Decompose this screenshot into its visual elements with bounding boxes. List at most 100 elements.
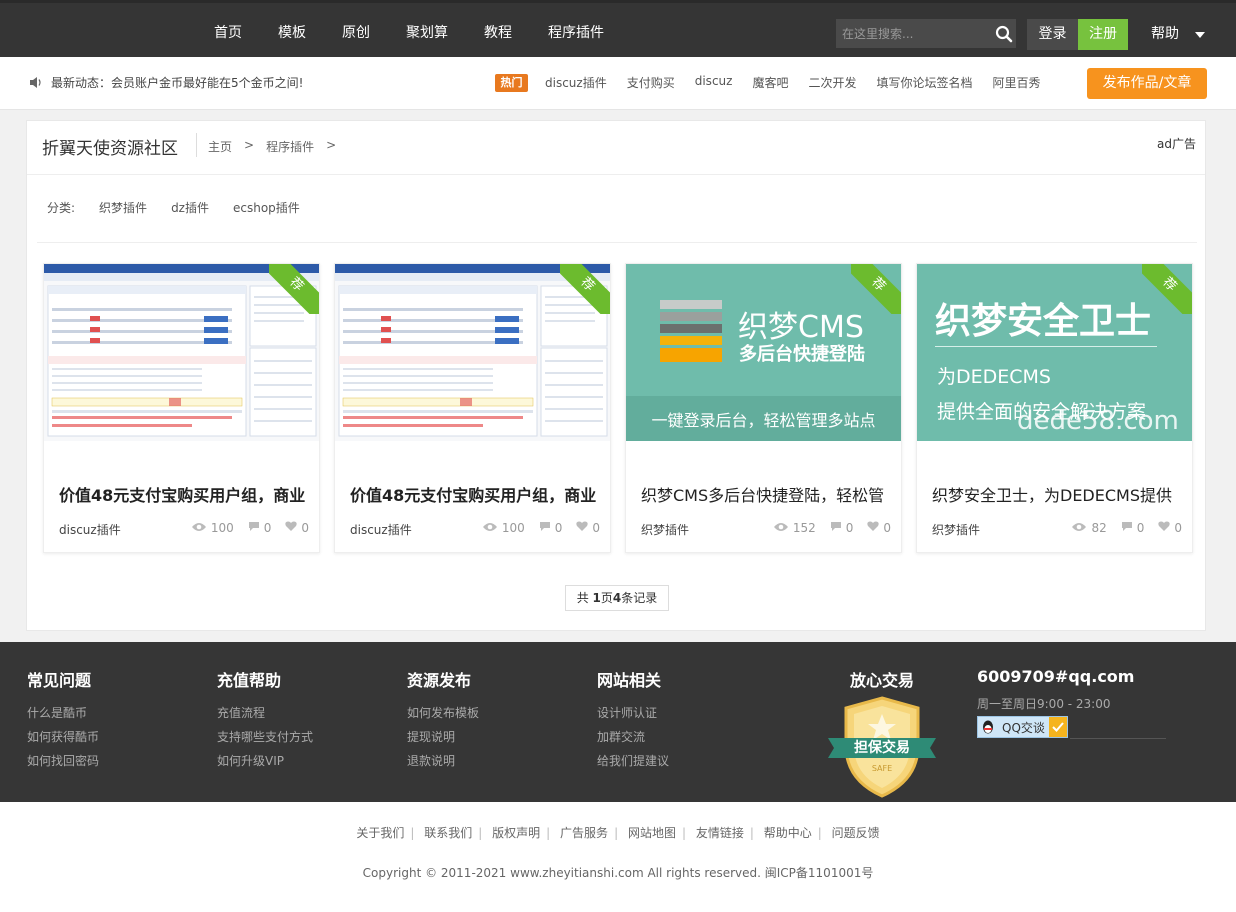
hot-link[interactable]: 二次开发 <box>808 74 856 91</box>
card-stats: 152 0 0 <box>773 521 891 535</box>
card-title[interactable]: 价值48元支付宝购买用户组，商业 <box>350 482 600 506</box>
copyright: Copyright © 2011-2021 www.zheyitianshi.c… <box>362 866 874 880</box>
footer-link[interactable]: 加群交流 <box>597 725 669 749</box>
thumb-caption: 一键登录后台，轻松管理多站点 <box>651 411 876 430</box>
resource-card[interactable]: 织梦安全卫士 为DEDECMS 提供全面的安全解决方案 dede58.com 荐… <box>916 263 1193 553</box>
nav-item-plugins[interactable]: 程序插件 <box>530 3 622 60</box>
bottom-link[interactable]: 联系我们 <box>424 826 472 840</box>
footer-link[interactable]: 支持哪些支付方式 <box>217 725 313 749</box>
card-category[interactable]: 织梦插件 <box>641 523 689 537</box>
footer-col-title: 资源发布 <box>407 671 472 690</box>
bottom-link[interactable]: 关于我们 <box>356 826 404 840</box>
category-label: 分类: <box>47 201 76 215</box>
card-title[interactable]: 价值48元支付宝购买用户组，商业 <box>59 482 309 506</box>
card-title[interactable]: 织梦CMS多后台快捷登陆，轻松管 <box>641 482 891 506</box>
heart-icon <box>285 521 298 535</box>
bottom-link[interactable]: 问题反馈 <box>832 826 880 840</box>
bottom-link[interactable]: 版权声明 <box>492 826 540 840</box>
card-meta: 织梦插件 82 0 0 <box>932 521 1182 538</box>
heart-icon <box>576 521 589 535</box>
footer-link[interactable]: 如何升级VIP <box>217 749 313 773</box>
card-stats: 82 0 0 <box>1071 521 1182 535</box>
footer-col-title: 充值帮助 <box>217 671 282 690</box>
footer-link[interactable]: 退款说明 <box>407 749 479 773</box>
bottom-link[interactable]: 广告服务 <box>560 826 608 840</box>
nav-item-deals[interactable]: 聚划算 <box>388 3 466 60</box>
top-navbar: 首页 模板 原创 聚划算 教程 程序插件 登录 注册 帮助 <box>0 0 1236 57</box>
footer-link[interactable]: 给我们提建议 <box>597 749 669 773</box>
nav-item-templates[interactable]: 模板 <box>260 3 324 60</box>
help-menu[interactable]: 帮助 <box>1151 19 1205 50</box>
view-count: 152 <box>792 521 816 535</box>
badge-text: 担保交易 <box>854 740 910 756</box>
breadcrumb-home[interactable]: 主页 <box>208 138 232 155</box>
publish-button[interactable]: 发布作品/文章 <box>1087 68 1207 99</box>
search-icon[interactable] <box>992 19 1016 48</box>
divider <box>196 133 197 157</box>
footer-link[interactable]: 设计师认证 <box>597 701 669 725</box>
footer-link[interactable]: 如何发布模板 <box>407 701 479 725</box>
hot-link[interactable]: 支付购买 <box>627 74 675 91</box>
hot-links: discuz插件 支付购买 discuz 魔客吧 二次开发 填写你论坛签名档 阿… <box>545 74 1041 91</box>
footer-link[interactable]: 什么是酷币 <box>27 701 99 725</box>
bottom-link[interactable]: 友情链接 <box>696 826 744 840</box>
comment-icon <box>539 521 551 535</box>
view-count: 100 <box>210 521 234 535</box>
nav-item-original[interactable]: 原创 <box>324 3 388 60</box>
register-button[interactable]: 注册 <box>1078 19 1128 50</box>
card-category[interactable]: discuz插件 <box>59 523 121 537</box>
footer-col-publish: 资源发布 如何发布模板 提现说明 退款说明 <box>407 667 479 773</box>
bottom-link[interactable]: 网站地图 <box>628 826 676 840</box>
eye-icon <box>773 521 789 535</box>
nav-item-home[interactable]: 首页 <box>196 3 260 60</box>
card-category[interactable]: discuz插件 <box>350 523 412 537</box>
heart-icon <box>1158 521 1171 535</box>
heart-icon <box>867 521 880 535</box>
card-meta: discuz插件 100 0 0 <box>59 521 309 538</box>
search-box <box>836 19 1016 48</box>
footer-col-site: 网站相关 设计师认证 加群交流 给我们提建议 <box>597 667 669 773</box>
like-count: 0 <box>592 521 600 535</box>
resource-card[interactable]: 荐 价值48元支付宝购买用户组，商业 discuz插件 100 0 0 <box>334 263 611 553</box>
category-item[interactable]: 织梦插件 <box>99 199 147 216</box>
hot-link[interactable]: discuz <box>695 74 733 91</box>
card-category[interactable]: 织梦插件 <box>932 523 980 537</box>
thumb-subtitle: 多后台快捷登陆 <box>739 344 865 365</box>
bottom-link[interactable]: 帮助中心 <box>764 826 812 840</box>
hot-link[interactable]: discuz插件 <box>545 74 607 91</box>
footer-link[interactable]: 如何找回密码 <box>27 749 99 773</box>
thumb-subtitle: 为DEDECMS <box>937 366 1051 388</box>
qq-chat-button[interactable]: QQ交谈 <box>977 716 1068 738</box>
nav-item-tutorials[interactable]: 教程 <box>466 3 530 60</box>
hot-link[interactable]: 魔客吧 <box>752 74 788 91</box>
breadcrumb-plugins[interactable]: 程序插件 <box>266 138 314 155</box>
qq-chat-label: QQ交谈 <box>1002 720 1045 735</box>
footer-link[interactable]: 如何获得酷币 <box>27 725 99 749</box>
login-button[interactable]: 登录 <box>1027 19 1078 50</box>
footer-col-title: 网站相关 <box>597 671 662 690</box>
card-title[interactable]: 织梦安全卫士，为DEDECMS提供 <box>932 482 1182 506</box>
card-stats: 100 0 0 <box>191 521 309 535</box>
hot-link[interactable]: 阿里百秀 <box>993 74 1041 91</box>
bottom-bar: 关于我们 | 联系我们 | 版权声明 | 广告服务 | 网站地图 | 友情链接 | 帮助中心… <box>0 802 1236 912</box>
ad-slot[interactable]: ad广告 <box>1157 135 1196 152</box>
bottom-links: 关于我们 | 联系我们 | 版权声明 | 广告服务 | 网站地图 | 友情链接 | 帮助中心… <box>356 826 880 840</box>
footer-link[interactable]: 提现说明 <box>407 725 479 749</box>
search-input[interactable] <box>836 19 992 48</box>
recommended-ribbon: 荐 <box>269 264 319 314</box>
hot-link[interactable]: 填写你论坛签名档 <box>876 74 972 91</box>
speaker-icon <box>29 76 43 92</box>
resource-card[interactable]: 荐 价值48元支付宝购买用户组，商业 discuz插件 100 0 0 <box>43 263 320 553</box>
comment-count: 0 <box>1136 521 1145 535</box>
comment-icon <box>830 521 842 535</box>
page-title: 折翼天使资源社区 <box>42 139 178 159</box>
main-content: 折翼天使资源社区 主页 > 程序插件 > ad广告 分类: 织梦插件 dz插件 … <box>26 120 1206 631</box>
help-label: 帮助 <box>1151 26 1179 42</box>
category-item[interactable]: dz插件 <box>171 199 209 216</box>
category-item[interactable]: ecshop插件 <box>233 199 300 216</box>
main-nav: 首页 模板 原创 聚划算 教程 程序插件 <box>196 3 622 60</box>
footer-link[interactable]: 充值流程 <box>217 701 313 725</box>
guarantee-badge: 担保交易 SAFE <box>826 694 938 798</box>
comment-count: 0 <box>845 521 854 535</box>
resource-card[interactable]: 织梦CMS 多后台快捷登陆 一键登录后台，轻松管理多站点 荐 织梦CMS多后台快… <box>625 263 902 553</box>
